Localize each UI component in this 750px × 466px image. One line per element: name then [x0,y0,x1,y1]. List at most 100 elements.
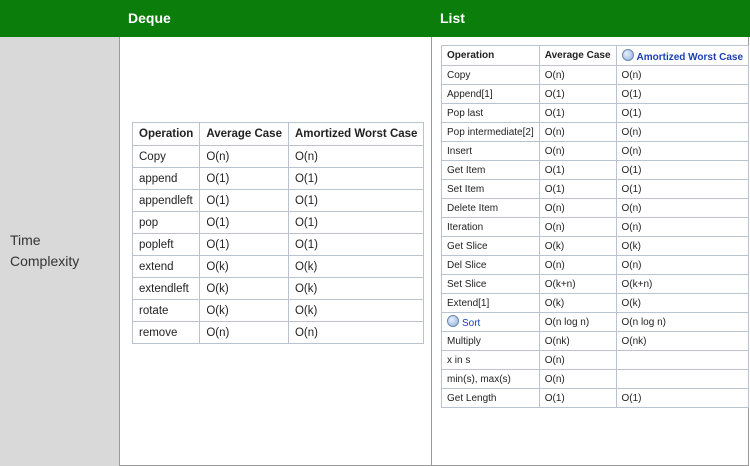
table-cell: O(n) [538,141,617,161]
table-cell: Set Slice [441,274,540,294]
table-cell: O(1) [615,84,750,104]
table-cell: Pop intermediate[2] [441,122,540,142]
table-cell: O(1) [538,179,617,199]
table-cell: min(s), max(s) [441,369,540,389]
table-cell: O(k) [199,255,289,278]
table-row: Get Length O(1) O(1) [441,388,750,408]
table-cell: O(k) [538,236,617,256]
table-cell: O(n) [615,255,750,275]
table-cell: O(n log n) [538,312,617,332]
row-label-time-complexity: Time Complexity [10,232,80,269]
table-cell: append [131,167,201,190]
table-cell: O(k) [615,236,750,256]
table-row: pop O(1) O(1) [131,211,425,234]
table-cell: O(nk) [615,331,750,351]
table-cell: O(n) [199,321,289,344]
table-cell: O(k) [615,293,750,313]
table-row: Set Slice O(k+n) O(k+n) [441,274,750,294]
sort-link[interactable]: Sort [462,318,480,329]
globe-icon [447,315,459,327]
table-cell: O(n) [615,198,750,218]
table-cell: O(n) [538,217,617,237]
table-cell: O(1) [615,179,750,199]
table-cell: O(1) [287,211,425,234]
table-cell: O(n) [538,198,617,218]
table-row: Extend[1] O(k) O(k) [441,293,750,313]
table-cell: O(1) [199,167,289,190]
table-cell: O(k) [199,299,289,322]
table-cell: x in s [441,350,540,370]
table-row: Get Slice O(k) O(k) [441,236,750,256]
table-cell: O(k) [199,277,289,300]
table-cell: O(1) [287,189,425,212]
comparison-table: Deque List Time Complexity Operation Ave… [0,0,750,466]
table-cell: O(n) [287,321,425,344]
table-cell: O(1) [287,167,425,190]
table-row: Sort O(n log n) O(n log n) [441,312,750,332]
table-row: Pop intermediate[2] O(n) O(n) [441,122,750,142]
table-row: Iteration O(n) O(n) [441,217,750,237]
row-label-cell: Time Complexity [0,37,120,466]
list-col-operation: Operation [441,45,540,66]
table-cell: popleft [131,233,201,256]
table-cell: O(1) [615,103,750,123]
table-cell: O(1) [538,160,617,180]
table-cell [615,350,750,370]
table-cell: Get Slice [441,236,540,256]
table-row: extendleft O(k) O(k) [131,277,425,300]
table-cell: Insert [441,141,540,161]
table-cell: Get Item [441,160,540,180]
table-cell: O(k) [287,299,425,322]
table-row: Get Item O(1) O(1) [441,160,750,180]
table-row: min(s), max(s) O(n) [441,369,750,389]
table-cell: Multiply [441,331,540,351]
table-cell: Append[1] [441,84,540,104]
header-list: List [440,10,465,26]
table-row: remove O(n) O(n) [131,321,425,344]
table-cell: O(1) [199,211,289,234]
table-cell: Copy [441,65,540,85]
deque-cell: Operation Average Case Amortized Worst C… [120,37,432,466]
table-cell: O(k+n) [538,274,617,294]
table-cell: O(1) [287,233,425,256]
table-row: Append[1] O(1) O(1) [441,84,750,104]
table-cell: O(n) [615,141,750,161]
table-cell: O(k) [287,255,425,278]
globe-icon [621,48,634,61]
table-row: x in s O(n) [441,350,750,370]
table-row: appendleft O(1) O(1) [131,189,425,212]
table-cell: O(n log n) [615,312,750,332]
deque-header-row: Operation Average Case Amortized Worst C… [131,122,425,146]
table-cell: O(n) [538,350,617,370]
table-cell: O(n) [538,255,617,275]
table-cell: Extend[1] [441,293,540,313]
table-cell: O(n) [538,369,617,389]
table-cell: O(1) [615,160,750,180]
table-row: Copy O(n) O(n) [131,145,425,168]
table-row: Copy O(n) O(n) [441,65,750,85]
table-cell: O(n) [538,65,617,85]
table-cell: Iteration [441,217,540,237]
table-cell: O(1) [615,388,750,408]
table-row: Set Item O(1) O(1) [441,179,750,199]
table-cell: O(n) [199,145,289,168]
table-cell: appendleft [131,189,201,212]
table-cell: extendleft [131,277,201,300]
table-cell: Del Slice [441,255,540,275]
list-col-amortized-worst-case[interactable]: Amortized Worst Case [615,45,750,66]
table-cell: O(k+n) [615,274,750,294]
table-row: rotate O(k) O(k) [131,299,425,322]
table-cell[interactable]: Sort [441,312,540,332]
table-cell: O(n) [538,122,617,142]
table-cell: O(1) [538,388,617,408]
table-cell: O(1) [199,233,289,256]
table-row: extend O(k) O(k) [131,255,425,278]
list-complexity-table: Operation Average Case Amortized Worst C… [441,45,750,408]
table-cell: O(n) [615,217,750,237]
header-row: Deque List [0,0,750,37]
table-row: Insert O(n) O(n) [441,141,750,161]
table-row: Multiply O(nk) O(nk) [441,331,750,351]
amortized-worst-case-link[interactable]: Amortized Worst Case [637,52,744,63]
deque-col-average-case: Average Case [199,122,289,146]
deque-col-operation: Operation [131,122,201,146]
